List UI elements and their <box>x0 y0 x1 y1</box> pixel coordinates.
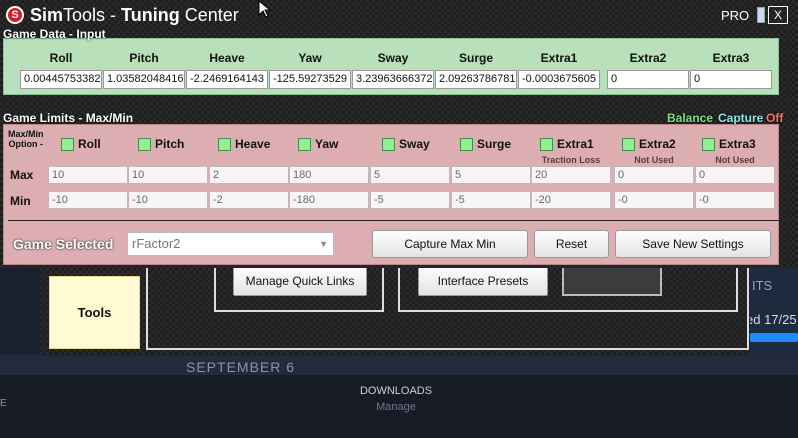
option-label-6: Extra1 <box>557 137 594 151</box>
game-data-header-5: Surge <box>458 51 493 65</box>
min-field-8[interactable]: -0 <box>695 191 775 209</box>
option-checkbox-4[interactable] <box>382 138 395 151</box>
pro-label: PRO <box>721 8 750 23</box>
option-checkbox-1[interactable] <box>138 138 151 151</box>
max-field-2[interactable]: 2 <box>209 166 289 184</box>
option-note-6: Traction Loss <box>541 155 601 165</box>
game-select-value: rFactor2 <box>132 236 181 251</box>
pro-toggle[interactable] <box>757 7 765 23</box>
option-label-0: Roll <box>78 137 101 151</box>
game-data-header-1: Pitch <box>129 51 159 65</box>
min-field-6[interactable]: -20 <box>531 191 611 209</box>
game-data-value-4[interactable]: 3.23963666372 <box>352 70 434 89</box>
game-data-value-5[interactable]: 2.09263786781 <box>435 70 517 89</box>
min-field-4[interactable]: -5 <box>370 191 450 209</box>
background-label-progress: ed 17/25 <box>746 312 797 327</box>
game-data-header-6: Extra1 <box>540 51 578 65</box>
capture-max-min-button[interactable]: Capture Max Min <box>372 230 528 258</box>
chevron-down-icon: ▼ <box>319 239 328 249</box>
max-field-4[interactable]: 5 <box>370 166 450 184</box>
divider <box>8 220 780 221</box>
option-label-5: Surge <box>477 137 512 151</box>
min-field-5[interactable]: -5 <box>451 191 531 209</box>
option-label-1: Pitch <box>155 137 185 151</box>
background-date: SEPTEMBER 6 <box>186 359 296 375</box>
reset-button[interactable]: Reset <box>534 230 609 258</box>
option-checkbox-0[interactable] <box>61 138 74 151</box>
background-date-strip <box>0 355 798 375</box>
max-field-0[interactable]: 10 <box>48 166 128 184</box>
downloads-link[interactable]: DOWNLOADS <box>340 385 452 397</box>
background-progress-bar <box>750 333 798 342</box>
game-data-header-2: Heave <box>209 51 245 65</box>
maxmin-option-label: Max/Min Option - <box>8 129 44 149</box>
background-edge-letter: E <box>0 398 7 409</box>
capture-label[interactable]: Capture <box>718 111 763 125</box>
window-title: SimTools - Tuning Center <box>30 5 239 25</box>
game-data-header-4: Sway <box>377 51 409 65</box>
max-field-5[interactable]: 5 <box>451 166 531 184</box>
game-select[interactable]: rFactor2 ▼ <box>127 232 334 256</box>
max-field-8[interactable]: 0 <box>695 166 775 184</box>
mouse-cursor-icon <box>258 0 272 21</box>
min-field-1[interactable]: -10 <box>128 191 208 209</box>
option-checkbox-8[interactable] <box>702 138 715 151</box>
min-row-label: Min <box>10 194 31 208</box>
game-data-header-7: Extra2 <box>629 51 667 65</box>
option-note-8: Not Used <box>715 155 755 165</box>
game-data-value-1[interactable]: 1.03582048416 <box>103 70 185 89</box>
balance-label[interactable]: Balance <box>667 111 713 125</box>
background-label-its: ITS <box>752 278 773 293</box>
game-data-value-0[interactable]: 0.00445753382 <box>20 70 102 89</box>
game-limits-title: Game Limits - Max/Min <box>3 111 134 125</box>
option-label-7: Extra2 <box>639 137 676 151</box>
capture-off-label[interactable]: Off <box>766 111 783 125</box>
max-field-1[interactable]: 10 <box>128 166 208 184</box>
option-checkbox-7[interactable] <box>622 138 635 151</box>
max-field-7[interactable]: 0 <box>614 166 694 184</box>
option-checkbox-2[interactable] <box>218 138 231 151</box>
option-checkbox-6[interactable] <box>540 138 553 151</box>
game-data-value-3[interactable]: -125.59273529 <box>269 70 351 89</box>
min-field-0[interactable]: -10 <box>48 191 128 209</box>
tools-button[interactable]: Tools <box>49 276 140 349</box>
option-note-7: Not Used <box>634 155 674 165</box>
option-label-8: Extra3 <box>719 137 756 151</box>
game-data-value-6[interactable]: -0.0003675605 <box>518 70 600 89</box>
option-checkbox-3[interactable] <box>298 138 311 151</box>
game-data-header-3: Yaw <box>298 51 322 65</box>
max-field-6[interactable]: 20 <box>531 166 611 184</box>
game-data-value-8[interactable]: 0 <box>690 70 772 89</box>
min-field-2[interactable]: -2 <box>209 191 289 209</box>
close-button[interactable]: X <box>768 6 788 24</box>
simtools-logo-icon: S <box>6 6 24 24</box>
game-data-title: Game Data - Input <box>3 27 106 41</box>
interface-presets-button[interactable]: Interface Presets <box>418 266 548 296</box>
game-data-header-8: Extra3 <box>712 51 750 65</box>
option-label-3: Yaw <box>315 137 339 151</box>
game-data-value-7[interactable]: 0 <box>607 70 689 89</box>
max-field-3[interactable]: 180 <box>289 166 369 184</box>
game-data-value-2[interactable]: -2.2469164143 <box>186 70 268 89</box>
option-label-4: Sway <box>399 137 430 151</box>
manage-quick-links-button[interactable]: Manage Quick Links <box>233 266 367 296</box>
save-new-settings-button[interactable]: Save New Settings <box>615 230 771 258</box>
max-row-label: Max <box>10 168 34 182</box>
game-selected-label: Game Selected <box>13 236 114 252</box>
game-data-header-0: Roll <box>49 51 73 65</box>
min-field-3[interactable]: -180 <box>289 191 369 209</box>
option-checkbox-5[interactable] <box>460 138 473 151</box>
min-field-7[interactable]: -0 <box>614 191 694 209</box>
downloads-manage-link[interactable]: Manage <box>340 401 452 413</box>
option-label-2: Heave <box>235 137 271 151</box>
